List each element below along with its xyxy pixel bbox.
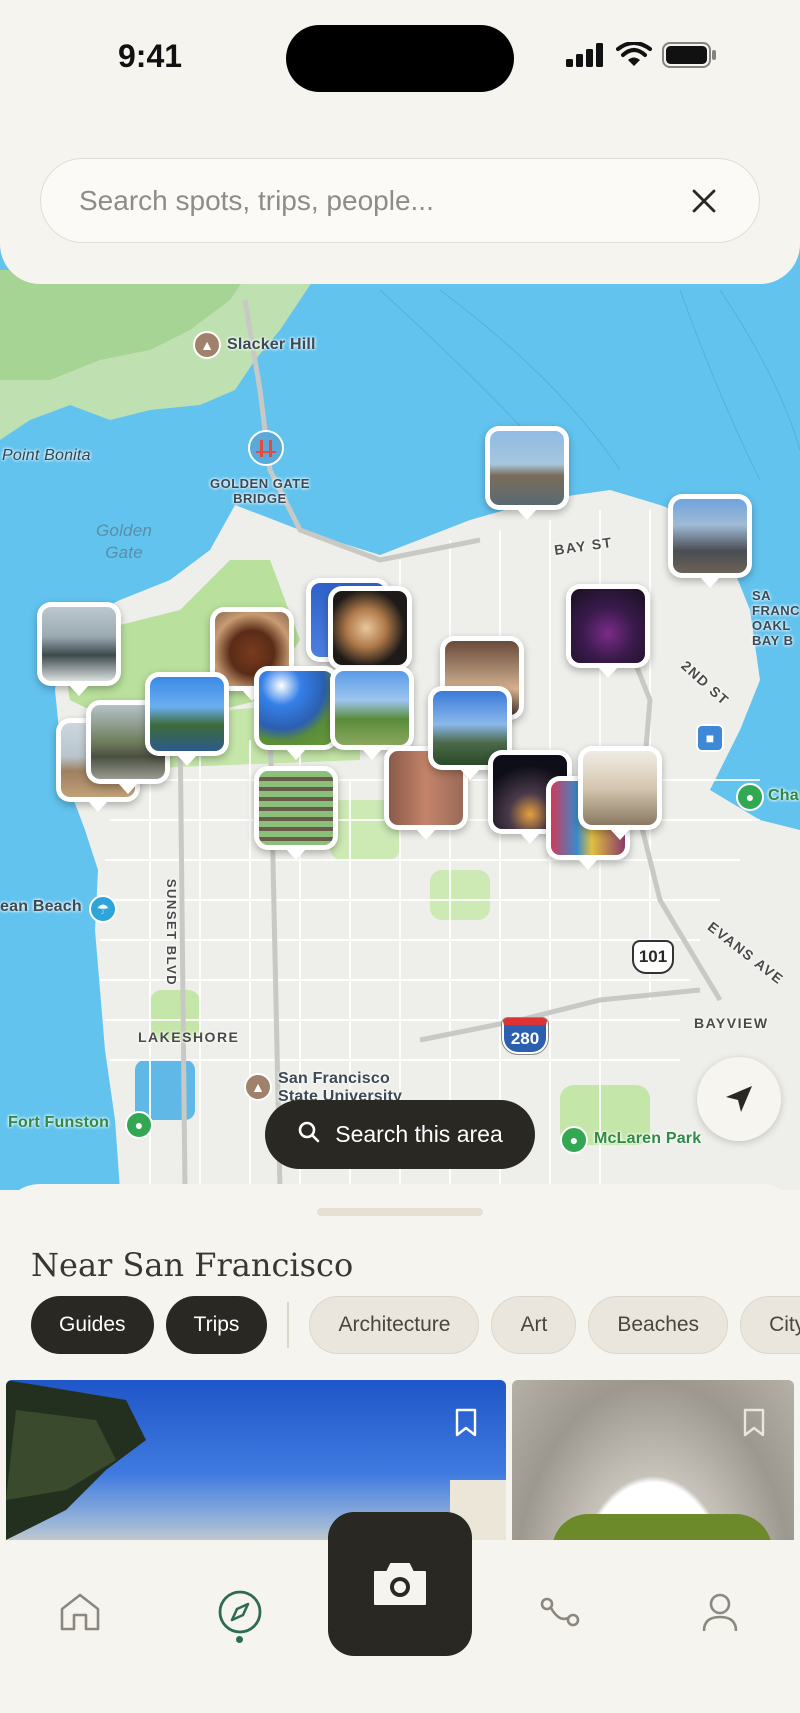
photo-pin[interactable]: [37, 602, 121, 696]
camera-button[interactable]: [328, 1512, 472, 1656]
university-icon: ▲: [244, 1073, 272, 1101]
map-label-slacker-hill: Slacker Hill: [227, 336, 316, 353]
bookmark-icon[interactable]: [454, 1408, 478, 1438]
sheet-title: Near San Francisco: [31, 1246, 354, 1284]
tab-home[interactable]: [50, 1582, 110, 1642]
chip-divider: [287, 1302, 290, 1348]
chip-architecture[interactable]: Architecture: [309, 1296, 480, 1354]
photo-pin[interactable]: [254, 666, 338, 760]
map-label-ocean-beach: ean Beach: [0, 898, 82, 915]
tab-profile[interactable]: [690, 1582, 750, 1642]
active-tab-indicator: [236, 1636, 243, 1643]
route-icon: [540, 1597, 580, 1627]
photo-pin[interactable]: [566, 584, 650, 678]
highway-101-shield: 101: [632, 940, 674, 974]
photo-pin[interactable]: [254, 766, 338, 860]
map-label-golden-gate-bridge: GOLDEN GATE BRIDGE: [210, 476, 310, 506]
profile-icon: [702, 1593, 738, 1632]
search-this-area-button[interactable]: Search this area: [265, 1100, 535, 1169]
park-icon: ●: [736, 783, 764, 811]
map-label-golden-gate-water: Golden Gate: [96, 521, 153, 562]
photo-pin[interactable]: [578, 746, 662, 840]
bookmark-icon[interactable]: [742, 1408, 766, 1438]
filter-chips: Guides Trips Architecture Art Beaches Ci…: [31, 1296, 800, 1354]
map-label-mclaren-park: McLaren Park: [594, 1130, 702, 1147]
photo-pin[interactable]: [145, 672, 229, 766]
tree-image: [6, 1380, 146, 1540]
search-this-area-label: Search this area: [335, 1121, 503, 1147]
chip-trips[interactable]: Trips: [165, 1296, 268, 1354]
wifi-icon: [616, 42, 652, 66]
camera-icon: [374, 1563, 426, 1605]
mountain-icon: ▲: [193, 331, 221, 359]
bridge-icon: [248, 430, 284, 466]
park-icon: ●: [125, 1111, 153, 1139]
current-location-button[interactable]: [697, 1057, 781, 1141]
map-label-lakeshore: LAKESHORE: [138, 1029, 240, 1045]
compass-icon: [218, 1590, 262, 1634]
dynamic-island: [286, 25, 514, 92]
status-icons: [566, 42, 718, 68]
clear-search-button[interactable]: [687, 184, 721, 218]
chip-art[interactable]: Art: [491, 1296, 577, 1354]
map-label-sunset-blvd: SUNSET BLVD: [164, 878, 180, 987]
photo-pin[interactable]: [330, 666, 414, 760]
tab-explore[interactable]: [210, 1582, 270, 1642]
tab-routes[interactable]: [530, 1582, 590, 1642]
location-arrow-icon: [726, 1086, 752, 1112]
highway-280-shield: 280: [502, 1018, 548, 1054]
search-icon: [297, 1120, 321, 1150]
photo-pin[interactable]: [668, 494, 752, 588]
cellular-signal-icon: [566, 43, 603, 67]
chip-guides[interactable]: Guides: [31, 1296, 154, 1354]
map-label-point-bonita: Point Bonita: [2, 447, 91, 464]
battery-icon: [662, 42, 716, 68]
map-label-fort-funston: Fort Funston: [8, 1114, 110, 1131]
chip-city[interactable]: City: [740, 1296, 800, 1354]
home-icon: [60, 1593, 100, 1631]
beach-icon: ☂: [89, 895, 117, 923]
photo-pin[interactable]: [485, 426, 569, 520]
close-icon: [692, 189, 716, 212]
search-input[interactable]: [79, 184, 687, 217]
park-icon: ●: [560, 1126, 588, 1154]
status-time: 9:41: [118, 38, 183, 74]
guide-card[interactable]: [512, 1380, 794, 1550]
sheet-grabber[interactable]: [317, 1208, 483, 1216]
map-label-bayview: BAYVIEW: [694, 1015, 769, 1031]
header: 9:41: [0, 0, 800, 284]
search-bar: [40, 158, 760, 243]
photo-pin[interactable]: [328, 586, 412, 680]
map-label-bay-bridge: SA FRANC OAKL BAY B: [752, 588, 800, 648]
transit-icon: ■: [696, 724, 724, 752]
chip-beaches[interactable]: Beaches: [588, 1296, 729, 1354]
map-label-chase: Cha: [768, 787, 799, 804]
